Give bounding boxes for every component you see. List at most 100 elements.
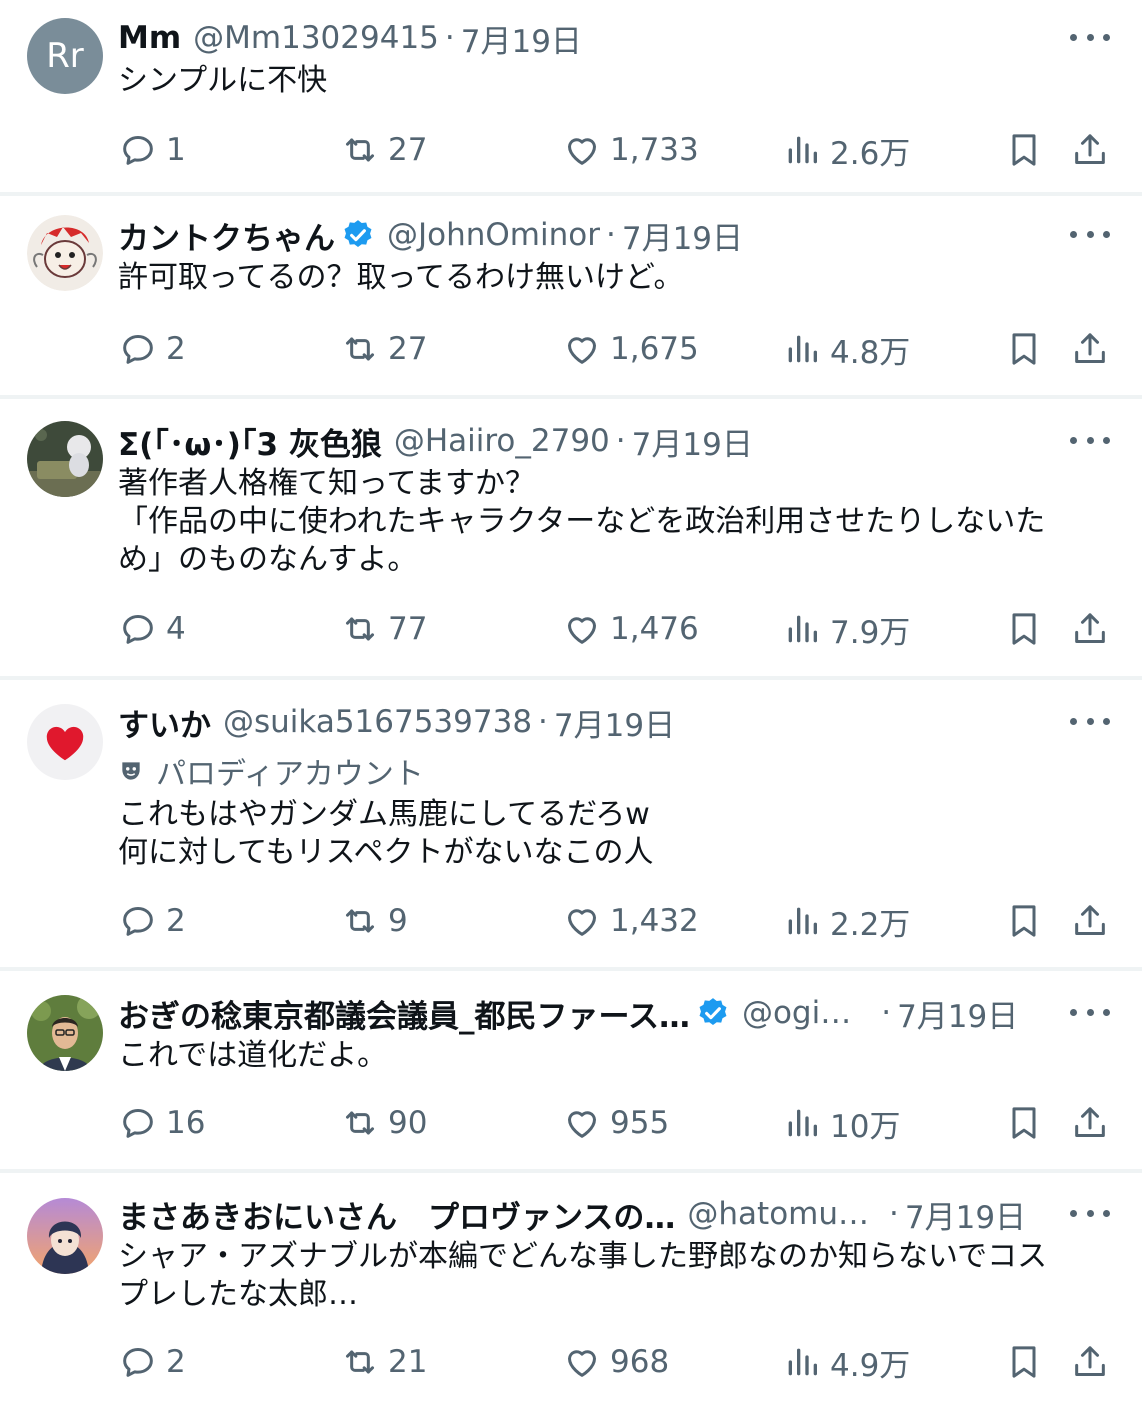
more-icon[interactable] xyxy=(1070,22,1110,52)
views-button[interactable]: 2.2万 xyxy=(782,899,910,943)
reply-count: 2 xyxy=(166,1344,186,1380)
separator-dot: · xyxy=(605,217,616,253)
user-handle[interactable]: @JohnOminor xyxy=(387,217,600,253)
tweet[interactable]: カントクちゃん @JohnOminor · 7月19日 許可取ってるの？取ってる… xyxy=(0,196,1142,399)
like-count: 1,432 xyxy=(610,903,699,939)
user-handle[interactable]: @ogi… xyxy=(742,995,851,1031)
views-icon xyxy=(788,615,817,643)
tweet[interactable]: Σ(｢･ω･)｢3 灰色狼 @Haiiro_2790 · 7月19日 著作者人格… xyxy=(0,399,1142,680)
bookmark-button[interactable] xyxy=(1004,1340,1044,1384)
more-icon[interactable] xyxy=(1070,706,1110,736)
tweet-date[interactable]: 7月19日 xyxy=(632,419,753,464)
display-name[interactable]: まさあきおにいさん プロヴァンスの… xyxy=(118,1192,675,1237)
reply-button[interactable]: 4 xyxy=(118,607,186,651)
user-handle[interactable]: @Mm13029415 xyxy=(193,20,439,56)
share-button[interactable] xyxy=(1070,1101,1110,1145)
display-name[interactable]: おぎの稔東京都議会議員_都民ファース… xyxy=(118,991,690,1036)
avatar[interactable] xyxy=(27,421,103,497)
tweet-date[interactable]: 7月19日 xyxy=(461,16,582,61)
like-button[interactable]: 968 xyxy=(562,1340,669,1384)
bookmark-button[interactable] xyxy=(1004,327,1044,371)
bookmark-icon xyxy=(1012,1346,1036,1378)
action-bar: 2 27 1,675 4.8万 xyxy=(118,327,1112,371)
retweet-button[interactable]: 77 xyxy=(340,607,427,651)
tweet[interactable]: まさあきおにいさん プロヴァンスの… @hatomu… · 7月19日 シャア・… xyxy=(0,1173,1142,1404)
tweet-text: 許可取ってるの？取ってるわけ無いけど。 xyxy=(118,260,684,295)
display-name[interactable]: Σ(｢･ω･)｢3 灰色狼 xyxy=(118,419,382,464)
like-button[interactable]: 1,733 xyxy=(562,128,699,172)
retweet-icon xyxy=(346,617,374,641)
avatar[interactable] xyxy=(27,704,103,780)
tweet-date[interactable]: 7月19日 xyxy=(554,700,675,745)
bookmark-icon xyxy=(1012,613,1036,645)
tweet-date[interactable]: 7月19日 xyxy=(897,991,1018,1036)
more-icon[interactable] xyxy=(1070,425,1110,455)
views-count: 2.6万 xyxy=(830,135,911,172)
retweet-button[interactable]: 9 xyxy=(340,899,408,943)
display-name[interactable]: すいか xyxy=(118,700,211,745)
share-button[interactable] xyxy=(1070,327,1110,371)
share-button[interactable] xyxy=(1070,607,1110,651)
views-button[interactable]: 10万 xyxy=(782,1101,900,1145)
bookmark-button[interactable] xyxy=(1004,128,1044,172)
avatar[interactable] xyxy=(27,995,103,1071)
tweet[interactable]: おぎの稔東京都議会議員_都民ファース… @ogi… · 7月19日 これでは道化… xyxy=(0,971,1142,1173)
more-icon[interactable] xyxy=(1070,219,1110,249)
views-button[interactable]: 4.9万 xyxy=(782,1340,910,1384)
retweet-button[interactable]: 90 xyxy=(340,1101,427,1145)
tweet-date[interactable]: 7月19日 xyxy=(622,213,743,258)
like-icon xyxy=(568,909,596,936)
share-icon xyxy=(1075,1346,1105,1376)
bookmark-icon xyxy=(1012,134,1036,166)
tweet-header: Σ(｢･ω･)｢3 灰色狼 @Haiiro_2790 · 7月19日 xyxy=(118,419,1112,464)
separator-dot: · xyxy=(615,423,626,459)
user-handle[interactable]: @suika5167539738 xyxy=(223,704,532,740)
share-button[interactable] xyxy=(1070,1340,1110,1384)
retweet-button[interactable]: 27 xyxy=(340,128,427,172)
views-button[interactable]: 4.8万 xyxy=(782,327,910,371)
like-count: 955 xyxy=(610,1105,670,1141)
separator-dot: · xyxy=(444,20,455,56)
tweet-header: Mm @Mm13029415 · 7月19日 xyxy=(118,16,1112,61)
tweet[interactable]: Rr Mm @Mm13029415 · 7月19日 シンプルに不快 1 27 1… xyxy=(0,0,1142,196)
retweet-button[interactable]: 21 xyxy=(340,1340,427,1384)
more-icon[interactable] xyxy=(1070,1198,1110,1228)
avatar[interactable] xyxy=(27,1198,103,1274)
like-button[interactable]: 1,476 xyxy=(562,607,699,651)
separator-dot: · xyxy=(538,704,548,740)
display-name[interactable]: カントクちゃん xyxy=(118,213,335,258)
like-button[interactable]: 955 xyxy=(562,1101,669,1145)
views-icon xyxy=(788,335,817,363)
share-icon xyxy=(1075,613,1105,643)
separator-dot: · xyxy=(889,1196,899,1232)
tweet[interactable]: すいか @suika5167539738 · 7月19日 パロディアカウント こ… xyxy=(0,680,1142,971)
bookmark-button[interactable] xyxy=(1004,1101,1044,1145)
user-handle[interactable]: @Haiiro_2790 xyxy=(394,423,610,459)
bookmark-button[interactable] xyxy=(1004,607,1044,651)
action-bar: 2 9 1,432 2.2万 xyxy=(118,899,1112,943)
avatar[interactable] xyxy=(27,215,103,291)
reply-button[interactable]: 2 xyxy=(118,899,186,943)
user-handle[interactable]: @hatomu… xyxy=(687,1196,869,1232)
tweet-date[interactable]: 7月19日 xyxy=(905,1192,1026,1237)
reply-button[interactable]: 2 xyxy=(118,327,186,371)
share-button[interactable] xyxy=(1070,128,1110,172)
tweet-text: 著作者人格権て知ってますか？ 「作品の中に使われたキャラクターなどを政治利用させ… xyxy=(118,466,1046,577)
share-button[interactable] xyxy=(1070,899,1110,943)
reply-button[interactable]: 1 xyxy=(118,128,186,172)
display-name[interactable]: Mm xyxy=(118,20,181,56)
bookmark-button[interactable] xyxy=(1004,899,1044,943)
reply-button[interactable]: 2 xyxy=(118,1340,186,1384)
views-button[interactable]: 7.9万 xyxy=(782,607,910,651)
avatar[interactable]: Rr xyxy=(27,18,103,94)
retweet-count: 9 xyxy=(388,903,408,939)
tweet-text: これでは道化だよ。 xyxy=(118,1038,388,1073)
like-button[interactable]: 1,675 xyxy=(562,327,699,371)
reply-button[interactable]: 16 xyxy=(118,1101,205,1145)
like-button[interactable]: 1,432 xyxy=(562,899,699,943)
more-icon[interactable] xyxy=(1070,997,1110,1027)
retweet-button[interactable]: 27 xyxy=(340,327,427,371)
action-bar: 4 77 1,476 7.9万 xyxy=(118,607,1112,651)
views-button[interactable]: 2.6万 xyxy=(782,128,910,172)
retweet-icon xyxy=(346,138,374,162)
